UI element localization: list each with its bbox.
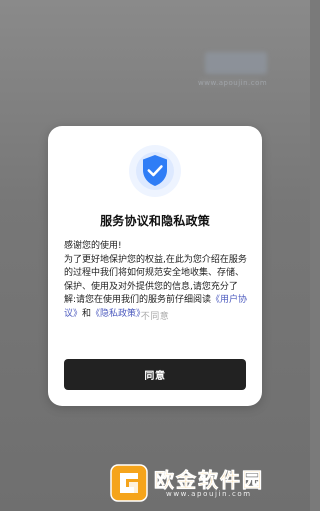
apoujin-logo-icon (110, 464, 148, 502)
dialog-title: 服务协议和隐私政策 (100, 214, 210, 228)
disagree-button[interactable]: 不同意 (48, 309, 262, 322)
agree-button[interactable]: 同意 (64, 359, 246, 390)
greeting-text: 感谢您的使用! (64, 241, 122, 251)
watermark-url: www.apoujin.com (166, 490, 252, 498)
background-blurred-banner (205, 52, 267, 74)
site-watermark: 欧金软件园 www.apoujin.com (110, 462, 302, 502)
privacy-dialog: 服务协议和隐私政策 感谢您的使用! 为了更好地保护您的权益,在此为您介绍在服务的… (48, 126, 262, 406)
watermark-brand: 欧金软件园 (154, 468, 264, 493)
background-watermark-text: www.apoujin.com (198, 79, 268, 87)
shield-check-icon (128, 144, 182, 198)
